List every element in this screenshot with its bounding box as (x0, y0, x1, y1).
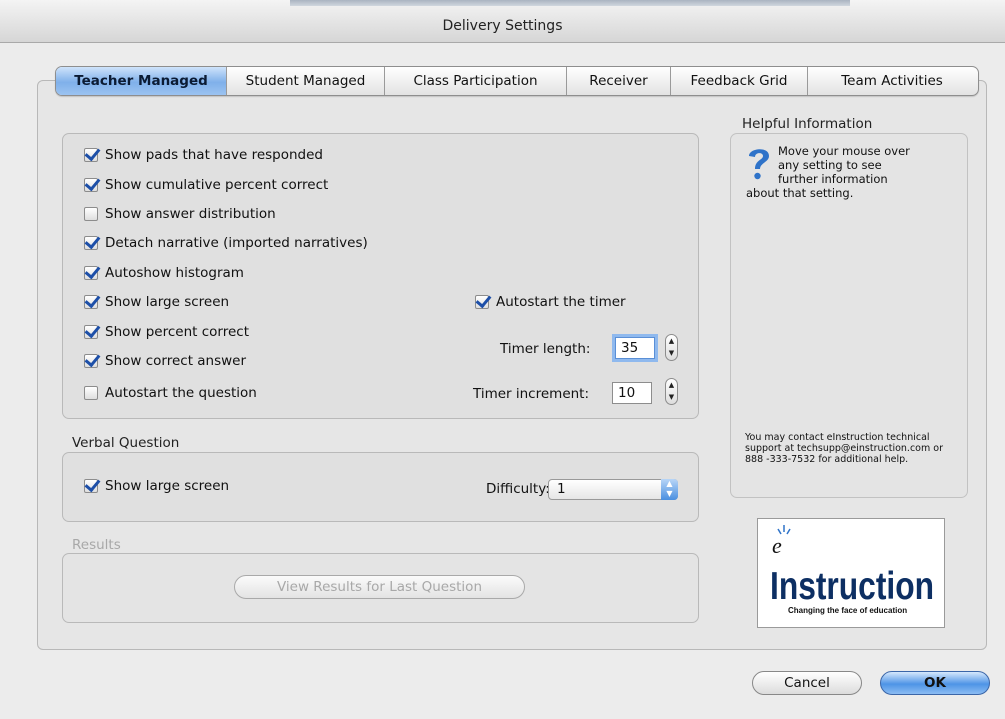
checkbox-box[interactable] (84, 207, 98, 221)
checkbox-label: Show percent correct (105, 324, 249, 340)
difficulty-select[interactable]: 1 ▲ ▼ (548, 479, 678, 500)
help-line: further information (778, 172, 888, 186)
checkbox-label: Show large screen (105, 478, 230, 494)
checkbox-label: Show large screen (105, 294, 230, 310)
timer-length-stepper[interactable]: ▲ ▼ (665, 334, 678, 361)
helpful-information-title: Helpful Information (742, 116, 873, 132)
logo-brand-e: e (772, 533, 782, 558)
title-bar: Delivery Settings (0, 0, 1005, 43)
checkbox-box[interactable] (84, 148, 98, 162)
helpful-information-panel: Move your mouse over any setting to see … (730, 133, 968, 498)
timer-length-label: Timer length: (500, 341, 591, 357)
checkbox-autostart-timer[interactable]: Autostart the timer (475, 294, 626, 310)
checkbox-box[interactable] (84, 266, 98, 280)
help-line: about that setting. (746, 186, 854, 200)
checkbox-label: Detach narrative (imported narratives) (105, 235, 368, 251)
difficulty-label: Difficulty: (486, 481, 550, 497)
checkbox-box[interactable] (84, 178, 98, 192)
tab-class-participation[interactable]: Class Participation (385, 67, 567, 95)
checkbox-autoshow-histogram[interactable]: Autoshow histogram (84, 265, 244, 281)
window-title: Delivery Settings (442, 18, 563, 34)
einstruction-logo: e Instruction Changing the face of educa… (757, 518, 945, 628)
help-line: any setting to see (778, 158, 882, 172)
checkbox-label: Show pads that have responded (105, 147, 323, 163)
timer-increment-field[interactable]: 10 (612, 382, 652, 404)
checkbox-box[interactable] (84, 386, 98, 400)
checkbox-show-pads-responded[interactable]: Show pads that have responded (84, 147, 323, 163)
support-contact-text: You may contact eInstruction technical s… (745, 432, 943, 465)
tab-student-managed[interactable]: Student Managed (227, 67, 385, 95)
results-title: Results (72, 537, 121, 553)
checkbox-label: Autostart the timer (496, 294, 626, 310)
ok-button[interactable]: OK (880, 671, 990, 695)
tab-teacher-managed[interactable]: Teacher Managed (56, 67, 227, 95)
checkbox-box[interactable] (84, 325, 98, 339)
tab-feedback-grid[interactable]: Feedback Grid (671, 67, 808, 95)
checkbox-show-cumulative-percent[interactable]: Show cumulative percent correct (84, 177, 328, 193)
checkbox-show-percent-correct[interactable]: Show percent correct (84, 324, 249, 340)
logo-brand: Instruction (770, 565, 934, 608)
checkbox-autostart-question[interactable]: Autostart the question (84, 385, 257, 401)
checkbox-label: Show correct answer (105, 353, 247, 369)
title-bar-band (290, 0, 850, 6)
checkbox-label: Autostart the question (105, 385, 257, 401)
timer-length-field[interactable]: 35 (615, 337, 655, 359)
einstruction-logo-art: e Instruction Changing the face of educa… (770, 525, 934, 615)
checkbox-label: Show cumulative percent correct (105, 177, 329, 193)
timer-increment-label: Timer increment: (473, 386, 590, 402)
timer-increment-stepper[interactable]: ▲ ▼ (665, 378, 678, 405)
logo-tagline: Changing the face of education (788, 606, 907, 615)
checkbox-verbal-large-screen[interactable]: Show large screen (84, 478, 229, 494)
checkbox-show-answer-distribution[interactable]: Show answer distribution (84, 206, 276, 222)
tab-receiver[interactable]: Receiver (567, 67, 671, 95)
verbal-question-title: Verbal Question (72, 435, 180, 451)
helpful-information-text: Move your mouse over any setting to see … (746, 144, 961, 200)
checkbox-box[interactable] (84, 295, 98, 309)
checkbox-label: Show answer distribution (105, 206, 276, 222)
checkbox-label: Autoshow histogram (105, 265, 244, 281)
difficulty-value: 1 (557, 481, 566, 497)
view-results-button[interactable]: View Results for Last Question (234, 575, 525, 599)
select-arrows-icon: ▲ ▼ (661, 479, 678, 500)
checkbox-box[interactable] (84, 479, 98, 493)
tab-team-activities[interactable]: Team Activities (808, 67, 976, 95)
tab-bar: Teacher Managed Student Managed Class Pa… (55, 66, 979, 96)
checkbox-box[interactable] (475, 295, 489, 309)
help-line: Move your mouse over (778, 144, 910, 158)
cancel-button[interactable]: Cancel (752, 671, 862, 695)
checkbox-show-correct-answer[interactable]: Show correct answer (84, 353, 246, 369)
checkbox-box[interactable] (84, 354, 98, 368)
checkbox-box[interactable] (84, 236, 98, 250)
checkbox-show-large-screen[interactable]: Show large screen (84, 294, 229, 310)
checkbox-detach-narrative[interactable]: Detach narrative (imported narratives) (84, 235, 368, 251)
